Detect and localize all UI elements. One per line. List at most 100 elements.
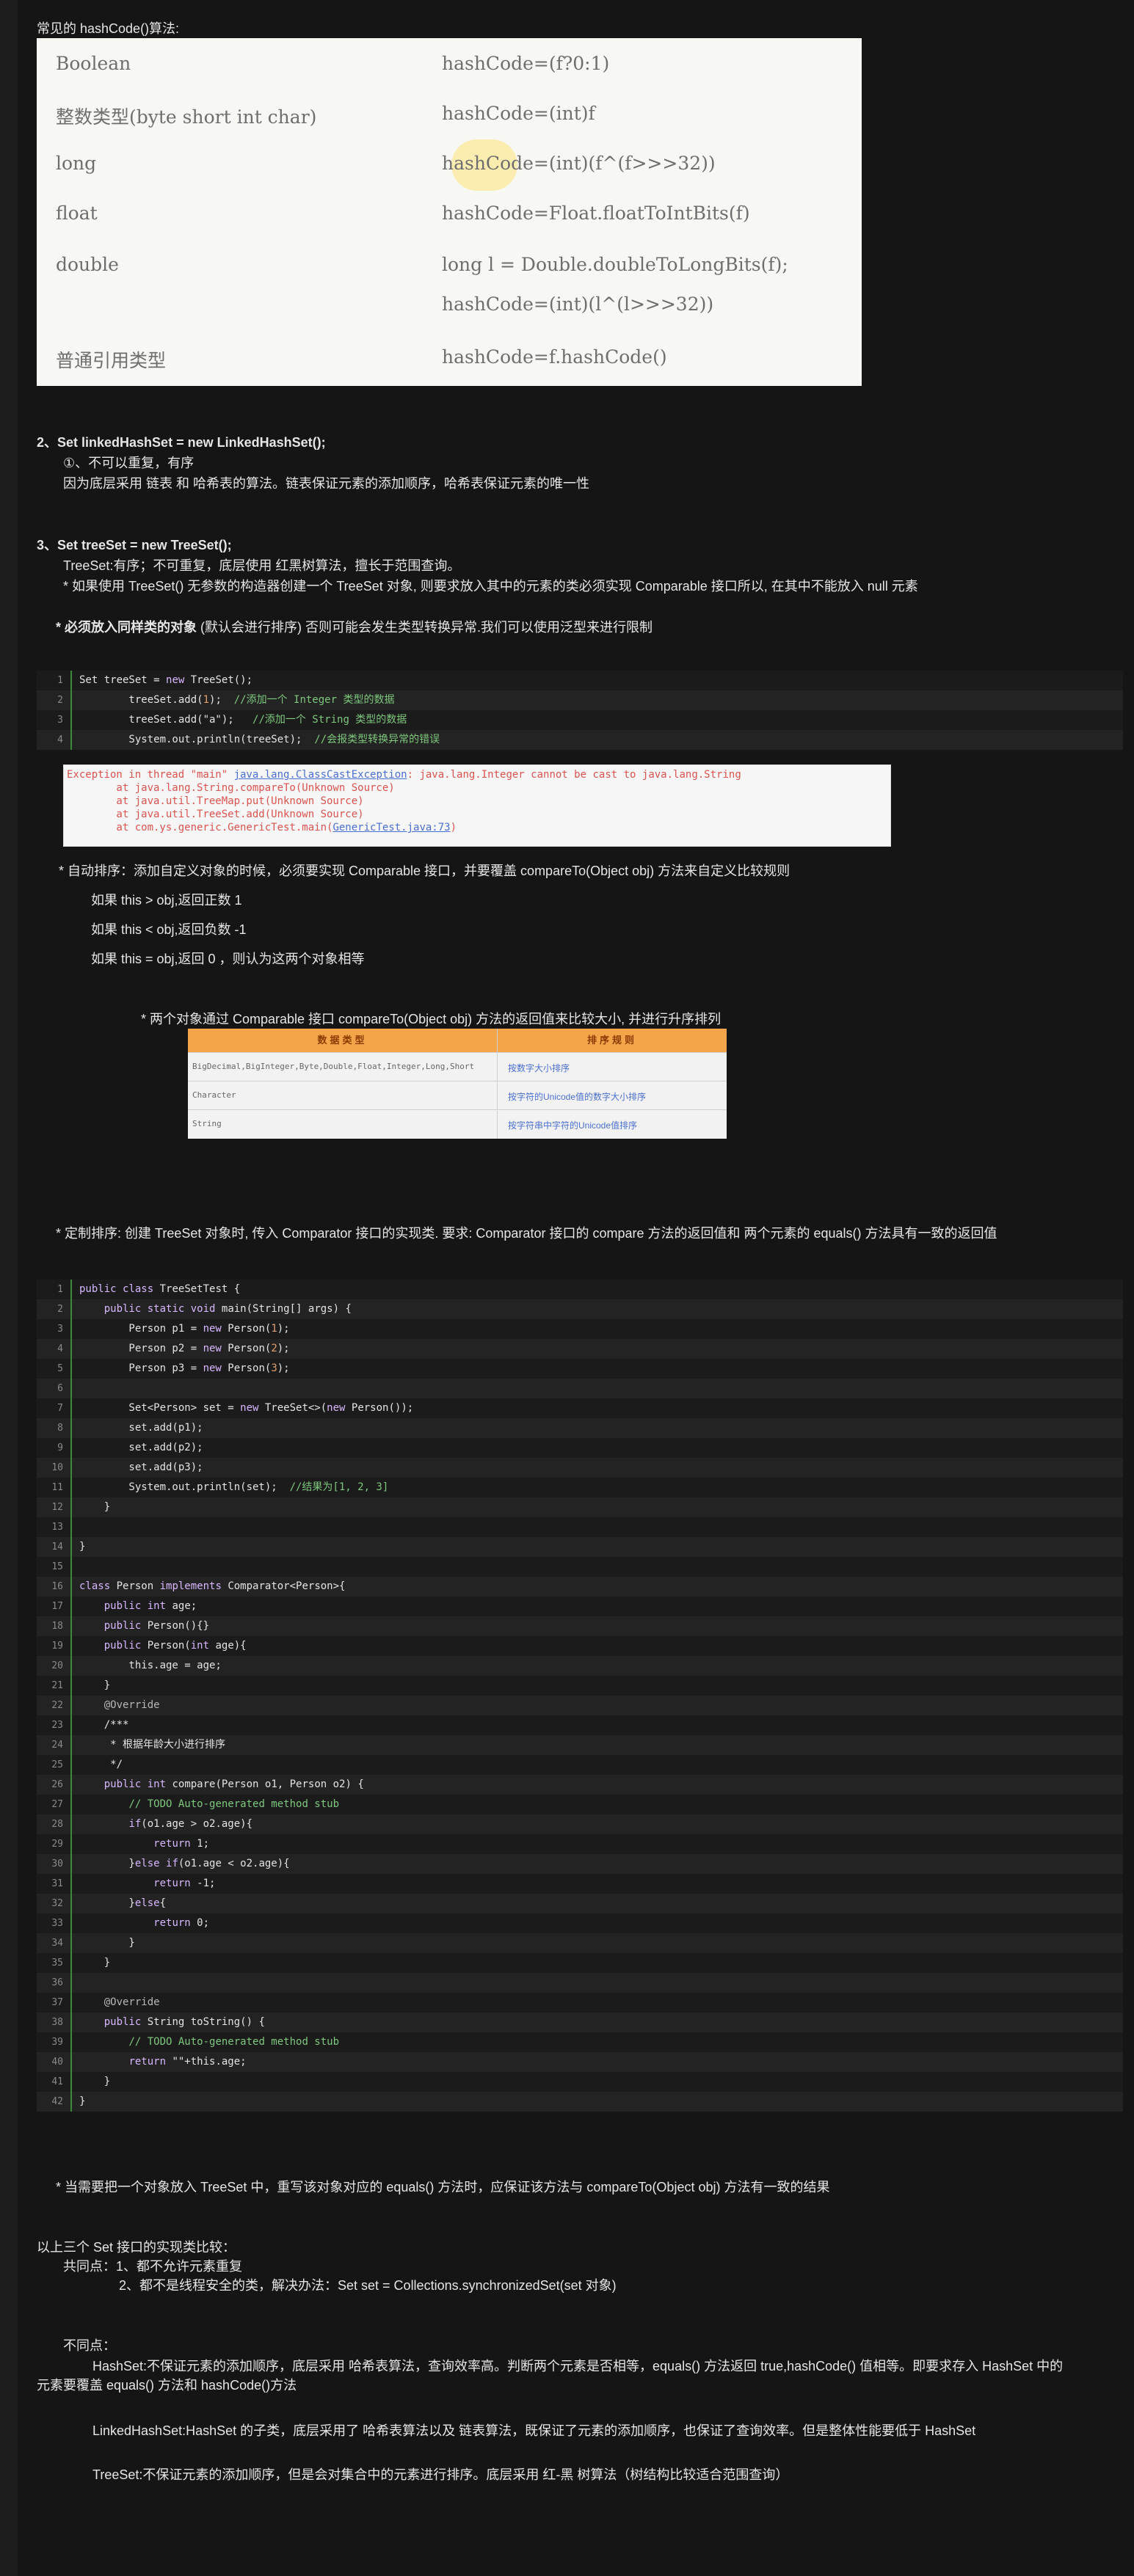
line-number: 42 — [51, 2096, 63, 2107]
hashcode-type: float — [56, 202, 98, 224]
linkedhashset-line-1: ①、不可以重复，有序 — [63, 456, 195, 470]
gutter-bar — [70, 671, 72, 690]
code-text: public String toString() { — [79, 2013, 265, 2032]
line-number: 38 — [51, 2017, 63, 2028]
left-margin-bar — [0, 0, 18, 2576]
code-statement: Person p1 = new Person(1); — [79, 1323, 290, 1335]
code-line: 33 return 0; — [37, 1913, 1123, 1933]
code-statement: return ""+this.age; — [128, 2056, 247, 2068]
gutter-bar — [70, 1676, 72, 1696]
code-line: 27 // TODO Auto-generated method stub — [37, 1795, 1123, 1814]
hashcode-type: double — [56, 254, 119, 275]
line-number: 18 — [51, 1621, 63, 1632]
code-line: 36 — [37, 1973, 1123, 1993]
code-line: 1 public class TreeSetTest { — [37, 1280, 1123, 1299]
code-line: 13 — [37, 1517, 1123, 1537]
line-number: 37 — [51, 1997, 63, 2008]
code-statement: /*** — [79, 1719, 129, 1731]
custom-sort-intro: * 定制排序: 创建 TreeSet 对象时, 传入 Comparator 接口… — [56, 1226, 997, 1241]
rule-equal: 如果 this = obj,返回 0 ，则认为这两个对象相等 — [91, 952, 365, 966]
code-line: 31 return -1; — [37, 1874, 1123, 1894]
hashcode-row: long hashCode=(int)(f^(f>>>32)) — [37, 147, 862, 180]
code-statement: if(o1.age > o2.age){ — [128, 1818, 253, 1830]
gutter-bar — [70, 710, 72, 730]
hashset-diff-line-1: HashSet:不保证元素的添加顺序，底层采用 哈希表算法，查询效率高。判断两个… — [92, 2359, 1064, 2374]
code-line: 23 /*** — [37, 1715, 1123, 1735]
code-text: public Person(int age){ — [79, 1636, 247, 1656]
gutter-bar — [70, 2072, 72, 2092]
equals-consistency-note: * 当需要把一个对象放入 TreeSet 中，重写该对象对应的 equals()… — [56, 2180, 830, 2194]
sort-table-type: BigDecimal,BigInteger,Byte,Double,Float,… — [192, 1062, 475, 1071]
sort-table-rule: 按字符串中字符的Unicode值排序 — [508, 1120, 638, 1131]
comparison-title: 以上三个 Set 接口的实现类比较： — [37, 2240, 236, 2255]
code-statement: return 0; — [153, 1917, 210, 1929]
code-comment: //添加一个 Integer 类型的数据 — [233, 694, 395, 706]
code-line: 30 }else if(o1.age < o2.age){ — [37, 1854, 1123, 1874]
line-number: 11 — [51, 1482, 63, 1493]
code-line: 42} — [37, 2092, 1123, 2112]
code-comment: // TODO Auto-generated method stub — [128, 1798, 340, 1810]
code-text: public class TreeSetTest { — [79, 1280, 240, 1299]
differences-label: 不同点： — [63, 2338, 116, 2353]
gutter-bar — [70, 1458, 72, 1478]
code-text: @Override — [79, 1993, 160, 2013]
line-number: 35 — [51, 1957, 63, 1969]
line-number: 34 — [51, 1938, 63, 1949]
code-statement: this.age = age; — [79, 1660, 222, 1671]
code-line: 35 } — [37, 1953, 1123, 1973]
line-number: 7 — [57, 1403, 63, 1414]
treeset-title: 3、Set treeSet = new TreeSet(); — [37, 538, 232, 552]
line-number: 25 — [51, 1759, 63, 1770]
gutter-bar — [70, 1319, 72, 1339]
gutter-bar — [70, 2092, 72, 2112]
hashcode-row: float hashCode=Float.floatToIntBits(f) — [37, 197, 862, 230]
gutter-bar — [70, 1339, 72, 1359]
hashcode-formula: hashCode=(int)f — [442, 103, 595, 124]
gutter-bar — [70, 1993, 72, 2013]
code-statement: } — [79, 1541, 86, 1552]
code-statement: public static void main(String[] args) { — [103, 1303, 352, 1315]
sort-table-row: BigDecimal,BigInteger,Byte,Double,Float,… — [188, 1052, 727, 1081]
line-number: 32 — [51, 1898, 63, 1909]
code-line: 24 * 根据年龄大小进行排序 — [37, 1735, 1123, 1755]
gutter-bar — [70, 1299, 72, 1319]
code-line: 17 public int age; — [37, 1597, 1123, 1616]
code-line: 4 System.out.println(treeSet); //会报类型转换异… — [37, 730, 1123, 750]
code-text: Set treeSet = new TreeSet(); — [79, 671, 252, 690]
line-number: 20 — [51, 1660, 63, 1671]
gutter-bar — [70, 730, 72, 750]
code-text: } — [79, 1497, 110, 1517]
code-statement: } — [79, 1957, 111, 1969]
gutter-bar — [70, 1379, 72, 1398]
code-line: 2 treeSet.add(1); //添加一个 Integer 类型的数据 — [37, 690, 1123, 710]
natural-sort-intro: * 自动排序：添加自定义对象的时候，必须要实现 Comparable 接口，并要… — [59, 864, 790, 878]
hashcode-row: 普通引用类型 hashCode=f.hashCode() — [37, 340, 862, 374]
ascending-note: * 两个对象通过 Comparable 接口 compareTo(Object … — [141, 1012, 722, 1026]
code-statement: } — [79, 2095, 86, 2107]
hashcode-formula: hashCode=(f?0:1) — [442, 53, 610, 74]
gutter-bar — [70, 1715, 72, 1735]
code-line: 16 class Person implements Comparator<Per… — [37, 1577, 1123, 1597]
code-line: 10 set.add(p3); — [37, 1458, 1123, 1478]
code-text: set.add(p1); — [79, 1418, 203, 1438]
code-block-2: 1 public class TreeSetTest {2 public stat… — [37, 1280, 1123, 2112]
code-line: 4 Person p2 = new Person(2); — [37, 1339, 1123, 1359]
treeset-line-2: * 如果使用 TreeSet() 无参数的构造器创建一个 TreeSet 对象,… — [63, 579, 918, 594]
line-number: 3 — [57, 715, 63, 726]
code-text: System.out.println(treeSet); //会报类型转换异常的… — [79, 730, 440, 750]
gutter-bar — [70, 1735, 72, 1755]
sort-table-rule: 按字符的Unicode值的数字大小排序 — [508, 1092, 647, 1102]
line-number: 30 — [51, 1858, 63, 1869]
code-text: System.out.println(set); //结果为[1, 2, 3] — [79, 1478, 388, 1497]
hashcode-formula: hashCode=f.hashCode() — [442, 346, 667, 368]
line-number: 3 — [57, 1324, 63, 1335]
line-number: 31 — [51, 1878, 63, 1889]
code-text: return ""+this.age; — [79, 2052, 247, 2072]
code-line: 22 @Override — [37, 1696, 1123, 1715]
code-statement: } — [79, 1679, 111, 1691]
exception-line-4: at java.util.TreeSet.add(Unknown Source) — [67, 809, 364, 820]
code-line: 15 — [37, 1557, 1123, 1577]
code-line: 39 // TODO Auto-generated method stub — [37, 2032, 1123, 2052]
code-text: class Person implements Comparator<Perso… — [79, 1577, 345, 1597]
code-statement: @Override — [103, 1996, 160, 2008]
